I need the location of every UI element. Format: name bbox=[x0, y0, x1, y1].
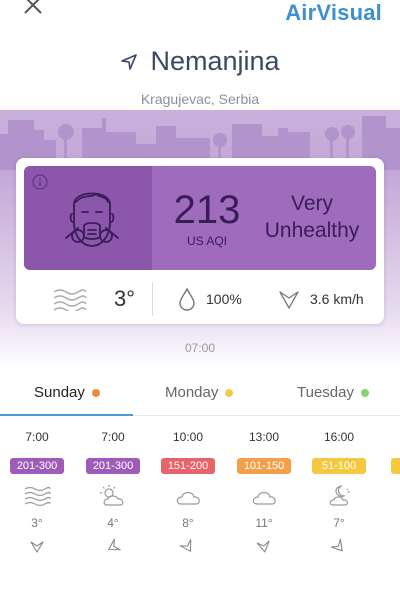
tab-monday[interactable]: Monday bbox=[165, 384, 234, 401]
tab-label: Sunday bbox=[34, 384, 85, 401]
aqi-range-badge: 151-200 bbox=[161, 458, 215, 474]
location-header: Nemanjina Kragujevac, Serbia bbox=[0, 46, 400, 107]
aqi-value: 213 bbox=[173, 188, 241, 232]
tab-sunday[interactable]: Sunday bbox=[34, 384, 100, 401]
humidity-value: 100% bbox=[206, 291, 242, 307]
wind-direction-icon bbox=[179, 539, 192, 552]
hourly-item[interactable]: 13:00 101-150 11° bbox=[234, 430, 294, 580]
aqi-range-badge bbox=[391, 458, 400, 474]
cloud-icon bbox=[176, 491, 200, 505]
wind-direction-icon bbox=[30, 541, 44, 553]
aqi-status-line-1: Very bbox=[290, 192, 334, 215]
hour-temperature: 7° bbox=[333, 516, 345, 530]
haze-icon bbox=[24, 486, 51, 507]
tab-label: Tuesday bbox=[297, 384, 354, 401]
active-tab-indicator bbox=[0, 414, 133, 416]
aqi-card: 213 US AQI Very Unhealthy 3° 100% 3.6 km… bbox=[16, 158, 384, 324]
hour-time: 7:00 bbox=[25, 430, 49, 444]
wind-cell: 3.6 km/h bbox=[278, 274, 364, 324]
humidity-cell: 100% bbox=[178, 274, 242, 324]
hourly-item[interactable]: 7:00 201-300 3° bbox=[7, 430, 67, 580]
wind-direction-icon bbox=[330, 538, 343, 552]
aqi-face-panel bbox=[24, 166, 152, 270]
weather-summary-row: 3° 100% 3.6 km/h bbox=[16, 274, 384, 324]
wind-direction-icon bbox=[256, 540, 270, 553]
hour-temperature: 8° bbox=[182, 516, 194, 530]
aqi-status-line-2: Unhealthy bbox=[264, 219, 360, 242]
update-time: 07:00 bbox=[184, 341, 216, 355]
aqi-panel: 213 US AQI Very Unhealthy bbox=[24, 166, 376, 270]
day-tabs: Sunday Monday Tuesday bbox=[0, 384, 400, 416]
hour-temperature: 4° bbox=[107, 516, 119, 530]
aqi-unit: US AQI bbox=[186, 234, 227, 248]
aqi-range-badge: 201-300 bbox=[86, 458, 140, 474]
tab-label: Monday bbox=[165, 384, 219, 401]
hour-time: 13:00 bbox=[248, 430, 280, 444]
partly-sunny-icon bbox=[100, 485, 124, 506]
hour-time: 16:00 bbox=[323, 430, 355, 444]
aqi-dot bbox=[360, 388, 369, 397]
aqi-dot bbox=[91, 388, 100, 397]
navigation-arrow-icon bbox=[121, 53, 138, 70]
info-icon[interactable] bbox=[32, 174, 48, 190]
temperature-cell: 3° bbox=[52, 274, 135, 324]
aqi-range-badge: 101-150 bbox=[237, 458, 291, 474]
aqi-range-badge: 51-100 bbox=[312, 458, 366, 474]
hourly-item-partial[interactable] bbox=[384, 430, 400, 580]
hour-temperature: 3° bbox=[31, 516, 43, 530]
top-bar: AirVisual bbox=[0, 0, 400, 30]
hourly-item[interactable]: 16:00 51-100 7° bbox=[309, 430, 369, 580]
tab-tuesday[interactable]: Tuesday bbox=[297, 384, 369, 401]
location-subtitle: Kragujevac, Serbia bbox=[140, 91, 260, 107]
night-cloud-icon bbox=[329, 485, 350, 506]
hourly-item[interactable]: 7:00 201-300 4° bbox=[83, 430, 143, 580]
water-drop-icon bbox=[179, 287, 195, 311]
app-brand: AirVisual bbox=[285, 0, 382, 25]
location-name-row[interactable]: Nemanjina bbox=[120, 46, 280, 77]
close-icon[interactable] bbox=[22, 0, 44, 16]
wind-direction-icon bbox=[108, 538, 121, 551]
aqi-status: Very Unhealthy bbox=[248, 190, 376, 244]
hour-time: 10:00 bbox=[172, 430, 204, 444]
location-name: Nemanjina bbox=[150, 46, 280, 76]
haze-icon bbox=[53, 289, 87, 311]
current-temperature: 3° bbox=[114, 286, 136, 311]
hourly-item[interactable]: 10:00 151-200 8° bbox=[158, 430, 218, 580]
wind-direction-icon bbox=[279, 291, 299, 309]
gas-mask-face-icon bbox=[65, 192, 119, 247]
aqi-dot bbox=[225, 388, 234, 397]
wind-speed: 3.6 km/h bbox=[310, 291, 364, 307]
cloud-icon bbox=[252, 491, 276, 505]
divider bbox=[152, 282, 153, 316]
aqi-range-badge: 201-300 bbox=[10, 458, 64, 474]
hour-time: 7:00 bbox=[101, 430, 125, 444]
hour-temperature: 11° bbox=[255, 516, 273, 530]
